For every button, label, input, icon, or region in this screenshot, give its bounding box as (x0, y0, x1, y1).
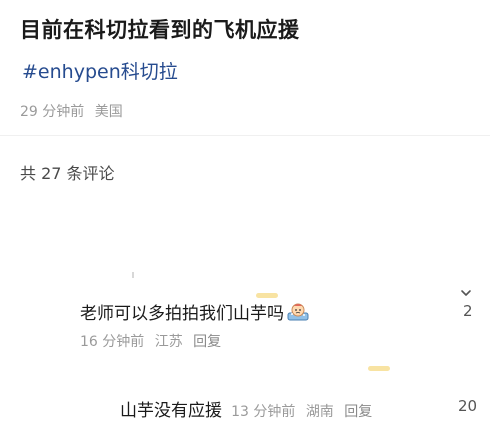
crying-bath-sticker-icon (286, 302, 310, 327)
hashtag-link[interactable]: #enhypen科切拉 (22, 57, 178, 84)
comment-meta: 13 分钟前 湖南 回复 (231, 404, 372, 420)
comment-time: 16 分钟前 (80, 334, 145, 350)
like-count[interactable]: 2 (463, 302, 473, 320)
reply-button[interactable]: 回复 (193, 334, 221, 350)
decorative-mark (132, 272, 134, 278)
comment-text: 山芋没有应援 (120, 401, 222, 421)
comment-text: 老师可以多拍拍我们山芋吗 (80, 304, 284, 324)
post-time: 29 分钟前 (20, 104, 85, 120)
comment-location: 江苏 (154, 334, 183, 350)
comment-count: 共 27 条评论 (20, 164, 115, 183)
comment-item[interactable]: 山芋没有应援 13 分钟前 湖南 回复 (120, 396, 372, 421)
comment-location: 湖南 (305, 404, 334, 420)
comment-time: 13 分钟前 (231, 404, 296, 420)
like-count[interactable]: 20 (458, 397, 477, 415)
decorative-mark (256, 293, 278, 298)
post-location: 美国 (94, 104, 123, 120)
comment-meta: 16 分钟前 江苏 回复 (80, 331, 221, 351)
post-title: 目前在科切拉看到的飞机应援 (20, 18, 300, 42)
decorative-mark (368, 366, 390, 371)
comment-item[interactable]: 老师可以多拍拍我们山芋吗 (80, 299, 310, 327)
post-meta: 29 分钟前 美国 (20, 101, 123, 121)
chevron-down-icon[interactable] (459, 283, 473, 296)
reply-button[interactable]: 回复 (344, 404, 372, 420)
divider (0, 135, 490, 136)
